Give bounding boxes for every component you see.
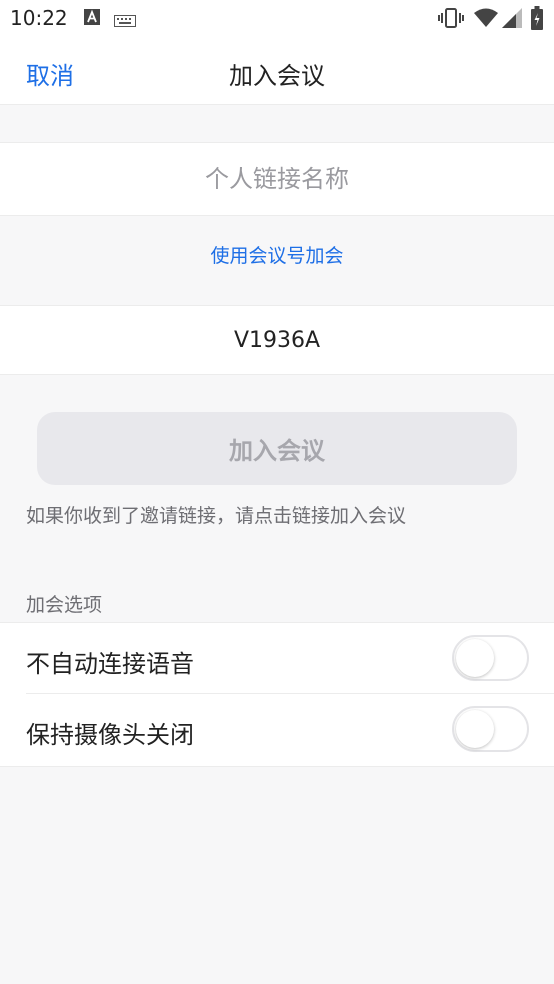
- battery-icon: [531, 6, 543, 34]
- option-no-auto-audio: 不自动连接语音: [0, 623, 554, 694]
- option-label: 不自动连接语音: [26, 650, 194, 678]
- font-a-icon: [84, 9, 100, 29]
- nav-bar: 取消 加入会议: [0, 36, 554, 105]
- signal-icon: [502, 8, 522, 32]
- option-keep-camera-off: 保持摄像头关闭: [0, 694, 554, 765]
- join-options-section-label: 加会选项: [26, 594, 103, 616]
- join-meeting-button[interactable]: 加入会议: [37, 412, 517, 485]
- meeting-id-row: [0, 305, 554, 375]
- page-title: 加入会议: [229, 62, 325, 90]
- keep-camera-off-toggle[interactable]: [452, 706, 529, 752]
- join-hint-text: 如果你收到了邀请链接，请点击链接加入会议: [26, 505, 407, 527]
- status-bar: 10:22: [0, 0, 554, 36]
- no-auto-audio-toggle[interactable]: [452, 635, 529, 681]
- personal-link-name-row: [0, 142, 554, 216]
- option-label: 保持摄像头关闭: [26, 721, 194, 749]
- toggle-knob: [456, 710, 494, 748]
- vibrate-icon: [438, 8, 464, 32]
- status-time: 10:22: [10, 6, 68, 30]
- use-meeting-id-link[interactable]: 使用会议号加会: [0, 241, 554, 268]
- wifi-icon: [474, 8, 498, 32]
- personal-link-name-input[interactable]: [0, 143, 554, 215]
- toggle-knob: [456, 639, 494, 677]
- meeting-id-input[interactable]: [0, 306, 554, 374]
- keyboard-icon: [114, 12, 136, 31]
- join-options-list: 不自动连接语音 保持摄像头关闭: [0, 622, 554, 767]
